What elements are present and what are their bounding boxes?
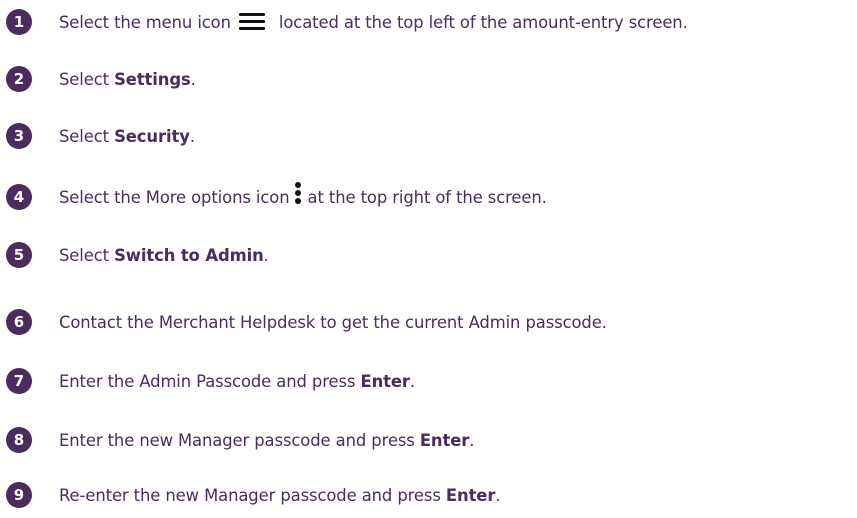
step-text: Select Switch to Admin . [59,246,269,265]
step-bold-term: Settings [114,69,191,89]
step-bold-term: Switch to Admin [114,245,264,265]
step-bold-term: Enter [419,430,470,450]
step-text-before: Select [59,245,115,265]
step-text-after: . [409,371,416,391]
step-bold-term: Enter [445,485,496,505]
step-bold-term: Security [114,126,190,146]
step-text-before: Enter the Admin Passcode and press [59,371,361,391]
step-text: Enter the new Manager passcode and press… [59,431,474,450]
step-number-badge: 7 [6,368,32,394]
step-text: Select Settings . [59,70,196,89]
step-6: 6 Contact the Merchant Helpdesk to get t… [6,306,607,338]
step-number-badge: 2 [6,66,32,92]
step-text-before: Select [59,126,115,146]
step-number-badge: 1 [6,9,32,35]
step-bold-term: Enter [360,371,410,391]
step-text-before: Enter the new Manager passcode and press [59,430,420,450]
step-3: 3 Select Security . [6,120,195,152]
step-1: 1 Select the menu icon located at the to… [6,6,688,38]
step-text-after: . [190,69,196,89]
step-text: Select Security . [59,127,195,146]
step-9: 9 Re-enter the new Manager passcode and … [6,479,501,511]
step-number-badge: 5 [6,242,32,268]
step-text-after: . [469,430,475,450]
step-text-content: Contact the Merchant Helpdesk to get the… [59,312,607,332]
step-text-before: Select the menu icon [59,12,231,32]
step-text-after: . [495,485,501,505]
menu-icon [238,12,265,30]
step-text-after: . [263,245,269,265]
step-number-badge: 4 [6,184,32,210]
step-7: 7 Enter the Admin Passcode and press Ent… [6,365,415,397]
step-5: 5 Select Switch to Admin . [6,239,269,271]
step-number-badge: 6 [6,309,32,335]
step-text-after: located at the top left of the amount-en… [278,12,688,32]
step-2: 2 Select Settings . [6,63,196,95]
step-text-before: Re-enter the new Manager passcode and pr… [59,485,446,505]
step-text-before: Select [59,69,115,89]
step-text: Contact the Merchant Helpdesk to get the… [59,313,607,332]
step-8: 8 Enter the new Manager passcode and pre… [6,424,474,456]
step-text: Select the menu icon located at the top … [59,13,688,32]
step-number-badge: 9 [6,482,32,508]
step-text: Enter the Admin Passcode and press Enter… [59,372,415,391]
step-text-before: Select the More options icon [59,187,290,207]
step-text: Select the More options icon at the top … [59,182,547,208]
step-4: 4 Select the More options icon at the to… [6,181,547,213]
step-number-badge: 8 [6,427,32,453]
step-text-after: at the top right of the screen. [307,187,547,207]
more-options-icon [294,182,302,204]
step-number-badge: 3 [6,123,32,149]
step-text: Re-enter the new Manager passcode and pr… [59,485,501,505]
step-text-after: . [189,126,195,146]
